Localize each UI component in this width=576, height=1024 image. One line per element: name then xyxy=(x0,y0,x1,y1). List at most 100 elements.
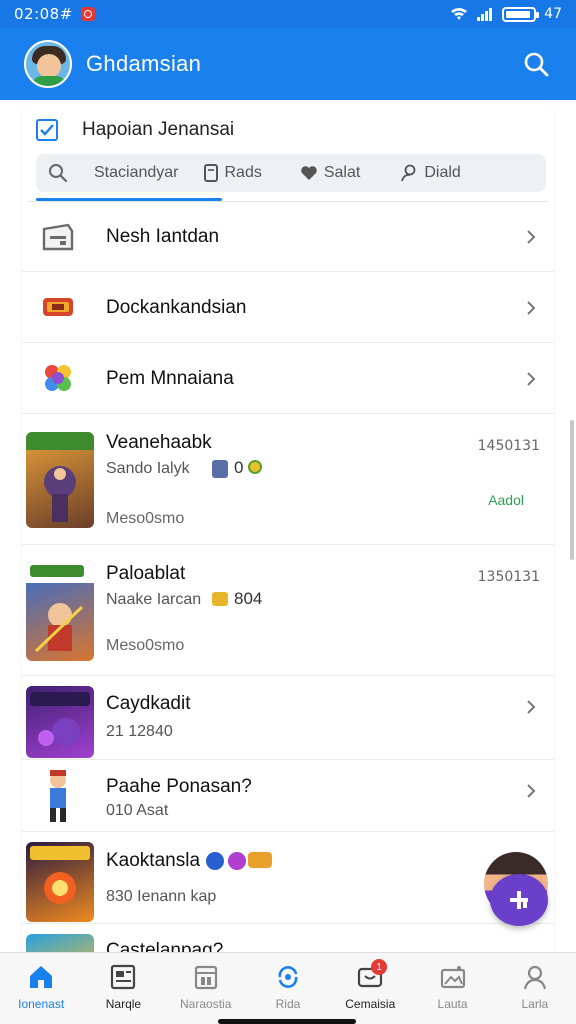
fab-container xyxy=(484,852,550,928)
filter-chip-1[interactable]: Rads xyxy=(203,164,262,182)
game-row-0[interactable]: Veanehaabk 1450131 Sando Ialyk 0 Aadol M… xyxy=(22,414,554,545)
filter-chip-label: Salat xyxy=(323,164,361,181)
game-thumbnail xyxy=(26,766,94,826)
notification-icon xyxy=(80,7,95,21)
nav-label: Rida xyxy=(275,997,301,1011)
filter-bar: Staciandyar Rads Salat Diald xyxy=(36,154,546,192)
game-thumbnail xyxy=(26,432,94,528)
nav-label: Narqle xyxy=(105,997,142,1011)
badge-icon xyxy=(206,852,224,870)
chevron-right-icon xyxy=(527,301,536,315)
app-title: Ghdamsian xyxy=(86,51,202,76)
game-row-2[interactable]: Caydkadit 21 12840 xyxy=(22,676,554,760)
filter-chip-0[interactable]: Staciandyar xyxy=(94,164,179,182)
filter-chip-2[interactable]: Salat xyxy=(300,164,360,182)
status-time: 02:08# xyxy=(14,5,73,23)
profile-icon xyxy=(523,965,546,990)
chevron-right-icon xyxy=(527,372,536,386)
search-icon xyxy=(524,52,549,77)
select-checkbox[interactable] xyxy=(36,119,58,141)
nav-item-image[interactable]: Lauta xyxy=(411,953,493,1024)
home-icon xyxy=(30,966,53,988)
game-subtitle: Naake Iarcan xyxy=(106,591,202,608)
nav-label: Lauta xyxy=(437,997,468,1011)
game-thumbnail xyxy=(26,686,94,758)
game-thumbnail xyxy=(26,842,94,922)
game-subtitle: Sando Ialyk xyxy=(106,460,190,477)
menu-item-label: Pem Mnnaiana xyxy=(106,368,234,389)
home-indicator xyxy=(218,1019,356,1024)
calendar-icon xyxy=(194,965,217,990)
image-icon xyxy=(440,966,465,989)
content-card: Hapoian Jenansai Staciandyar Rads Salat … xyxy=(22,104,554,984)
coin-icon xyxy=(248,460,262,474)
game-row-1[interactable]: Paloablat 1350131 Naake Iarcan 804 Meso0… xyxy=(22,545,554,676)
badge-icon xyxy=(228,852,246,870)
game-count: 804 xyxy=(234,589,263,608)
game-date: 1350131 xyxy=(477,569,540,585)
nav-item-refresh[interactable]: Rida xyxy=(247,953,329,1024)
menu-item-label: Dockankandsian xyxy=(106,297,247,318)
game-meta: Meso0smo xyxy=(106,637,185,654)
add-fab-button[interactable] xyxy=(490,874,548,926)
news-icon xyxy=(111,964,136,990)
menu-item-2[interactable]: Pem Mnnaiana xyxy=(22,343,554,414)
card-header: Hapoian Jenansai xyxy=(36,116,234,144)
filter-chip-label: Staciandyar xyxy=(94,164,179,181)
game-subtitle: 010 Asat xyxy=(106,802,169,819)
card-icon xyxy=(42,223,74,251)
game-title: Veanehaabk xyxy=(106,432,212,453)
status-bar: 02:08# 47 xyxy=(0,0,576,28)
nav-label: Cemaisia xyxy=(345,997,396,1011)
menu-item-1[interactable]: Dockankandsian xyxy=(22,272,554,343)
avatar[interactable] xyxy=(24,40,72,88)
filter-chip-3[interactable]: Diald xyxy=(400,164,461,182)
notification-badge: 1 xyxy=(371,959,388,975)
filter-chip-label: Diald xyxy=(424,164,461,181)
scrollbar[interactable] xyxy=(570,420,574,560)
status-right: 47 xyxy=(450,6,562,22)
card-title: Hapoian Jenansai xyxy=(82,119,235,140)
bottom-navigation: Ionenast Narqle Naraostia Rida 1 Cemaisi… xyxy=(0,952,576,1024)
game-subtitle: 21 12840 xyxy=(106,723,173,740)
note-icon xyxy=(203,164,218,182)
ticket-icon xyxy=(43,298,73,316)
heart-icon xyxy=(301,166,317,180)
check-icon xyxy=(40,124,54,136)
badge-icon xyxy=(248,852,272,868)
filter-chip-label: Rads xyxy=(224,164,262,181)
nav-item-calendar[interactable]: Naraostia xyxy=(165,953,247,1024)
controller-icon xyxy=(45,365,71,391)
chevron-right-icon xyxy=(527,230,536,244)
search-icon xyxy=(49,164,68,183)
chevron-right-icon xyxy=(527,700,536,714)
app-bar: Ghdamsian xyxy=(0,28,576,100)
menu-item-label: Nesh Iantdan xyxy=(106,226,220,247)
menu-item-0[interactable]: Nesh Iantdan xyxy=(22,202,554,272)
nav-item-profile[interactable]: Larla xyxy=(494,953,576,1024)
chevron-right-icon xyxy=(527,784,536,798)
game-status: Aadol xyxy=(488,492,524,508)
game-title: Paloablat xyxy=(106,563,186,584)
nav-label: Ionenast xyxy=(18,997,65,1011)
nav-item-chat[interactable]: 1 Cemaisia xyxy=(329,953,411,1024)
game-title: Caydkadit xyxy=(106,693,191,714)
game-title: Kaoktansla xyxy=(106,850,201,871)
game-title: Paahe Ponasan? xyxy=(106,776,252,797)
game-row-3[interactable]: Paahe Ponasan? 010 Asat xyxy=(22,760,554,832)
battery-level: 47 xyxy=(544,6,562,22)
search-button[interactable] xyxy=(520,48,552,80)
coin-icon xyxy=(212,592,228,606)
signal-icon xyxy=(477,8,493,21)
refresh-icon xyxy=(278,966,298,988)
game-count: 0 xyxy=(234,458,244,477)
nav-label: Naraostia xyxy=(180,997,232,1011)
player-icon xyxy=(212,460,228,478)
wifi-icon xyxy=(451,8,468,20)
nav-item-news[interactable]: Narqle xyxy=(82,953,164,1024)
game-row-4[interactable]: Kaoktansla 830 Ienann kap xyxy=(22,832,554,924)
game-thumbnail xyxy=(26,561,94,661)
filter-search-button[interactable] xyxy=(48,163,78,183)
nav-item-home[interactable]: Ionenast xyxy=(0,953,82,1024)
game-date: 1450131 xyxy=(477,438,540,454)
